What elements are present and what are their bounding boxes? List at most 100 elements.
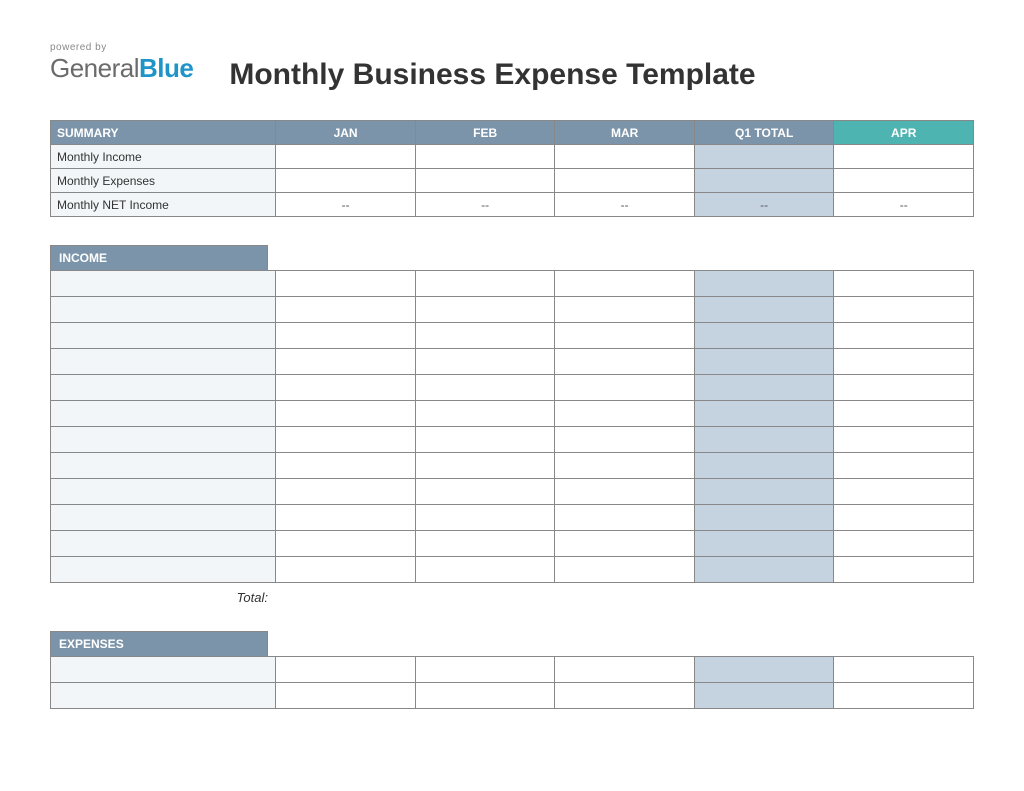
cell[interactable] [276,479,416,505]
col-jan: JAN [276,121,416,145]
cell[interactable] [834,375,974,401]
cell[interactable] [415,557,555,583]
cell[interactable] [415,505,555,531]
cell[interactable] [555,297,695,323]
cell-label[interactable] [51,683,276,709]
cell[interactable] [834,453,974,479]
cell[interactable] [555,349,695,375]
cell[interactable] [834,349,974,375]
cell[interactable] [555,271,695,297]
expenses-section: EXPENSES [50,631,974,709]
cell[interactable] [555,427,695,453]
cell-label[interactable] [51,375,276,401]
table-row [51,271,974,297]
cell[interactable] [276,505,416,531]
cell[interactable] [555,531,695,557]
row-label: Monthly NET Income [51,193,276,217]
cell[interactable] [415,657,555,683]
cell[interactable] [555,683,695,709]
cell-label[interactable] [51,505,276,531]
table-row [51,557,974,583]
cell[interactable] [834,531,974,557]
cell[interactable] [415,169,555,193]
cell[interactable] [276,375,416,401]
cell-label[interactable] [51,453,276,479]
cell[interactable] [415,297,555,323]
cell[interactable] [276,323,416,349]
cell-label[interactable] [51,297,276,323]
income-header: INCOME [50,245,268,270]
row-label: Monthly Income [51,145,276,169]
cell[interactable] [276,657,416,683]
income-table [50,270,974,583]
cell[interactable] [276,531,416,557]
cell[interactable] [834,169,974,193]
cell[interactable] [834,505,974,531]
cell[interactable] [276,453,416,479]
table-row [51,349,974,375]
cell[interactable] [276,427,416,453]
cell[interactable] [415,531,555,557]
cell[interactable] [555,323,695,349]
summary-header-label: SUMMARY [51,121,276,145]
cell[interactable] [415,427,555,453]
cell[interactable] [415,145,555,169]
cell[interactable] [276,683,416,709]
cell[interactable] [276,297,416,323]
cell-label[interactable] [51,323,276,349]
cell[interactable] [834,657,974,683]
cell[interactable] [834,297,974,323]
cell[interactable] [276,557,416,583]
cell-label[interactable] [51,531,276,557]
cell[interactable] [834,557,974,583]
cell[interactable] [555,145,695,169]
cell[interactable] [415,453,555,479]
cell[interactable] [834,271,974,297]
table-row [51,453,974,479]
cell-q1 [694,531,834,557]
cell[interactable] [555,401,695,427]
cell-q1 [694,349,834,375]
table-row [51,683,974,709]
col-q1: Q1 TOTAL [694,121,834,145]
cell[interactable] [555,169,695,193]
cell[interactable] [834,323,974,349]
cell-q1 [694,453,834,479]
cell[interactable] [415,683,555,709]
cell[interactable] [834,401,974,427]
cell[interactable] [834,479,974,505]
cell[interactable] [276,349,416,375]
cell[interactable] [834,683,974,709]
cell[interactable] [415,349,555,375]
table-row [51,479,974,505]
cell[interactable] [276,145,416,169]
cell-label[interactable] [51,349,276,375]
cell[interactable] [276,401,416,427]
cell[interactable] [555,375,695,401]
cell-q1 [694,557,834,583]
cell[interactable] [555,479,695,505]
cell[interactable] [555,657,695,683]
summary-row: Monthly Income [51,145,974,169]
cell[interactable] [415,375,555,401]
logo: powered by GeneralBlue [50,40,193,84]
cell[interactable] [415,401,555,427]
cell[interactable] [555,557,695,583]
cell[interactable] [555,453,695,479]
cell-label[interactable] [51,401,276,427]
cell[interactable] [276,271,416,297]
cell[interactable] [276,169,416,193]
cell[interactable] [415,323,555,349]
cell[interactable] [834,427,974,453]
table-row [51,505,974,531]
table-row [51,657,974,683]
cell[interactable] [415,271,555,297]
cell[interactable] [415,479,555,505]
cell-label[interactable] [51,427,276,453]
cell-label[interactable] [51,271,276,297]
cell-label[interactable] [51,557,276,583]
cell[interactable] [555,505,695,531]
cell[interactable] [834,145,974,169]
cell-label[interactable] [51,479,276,505]
cell-label[interactable] [51,657,276,683]
